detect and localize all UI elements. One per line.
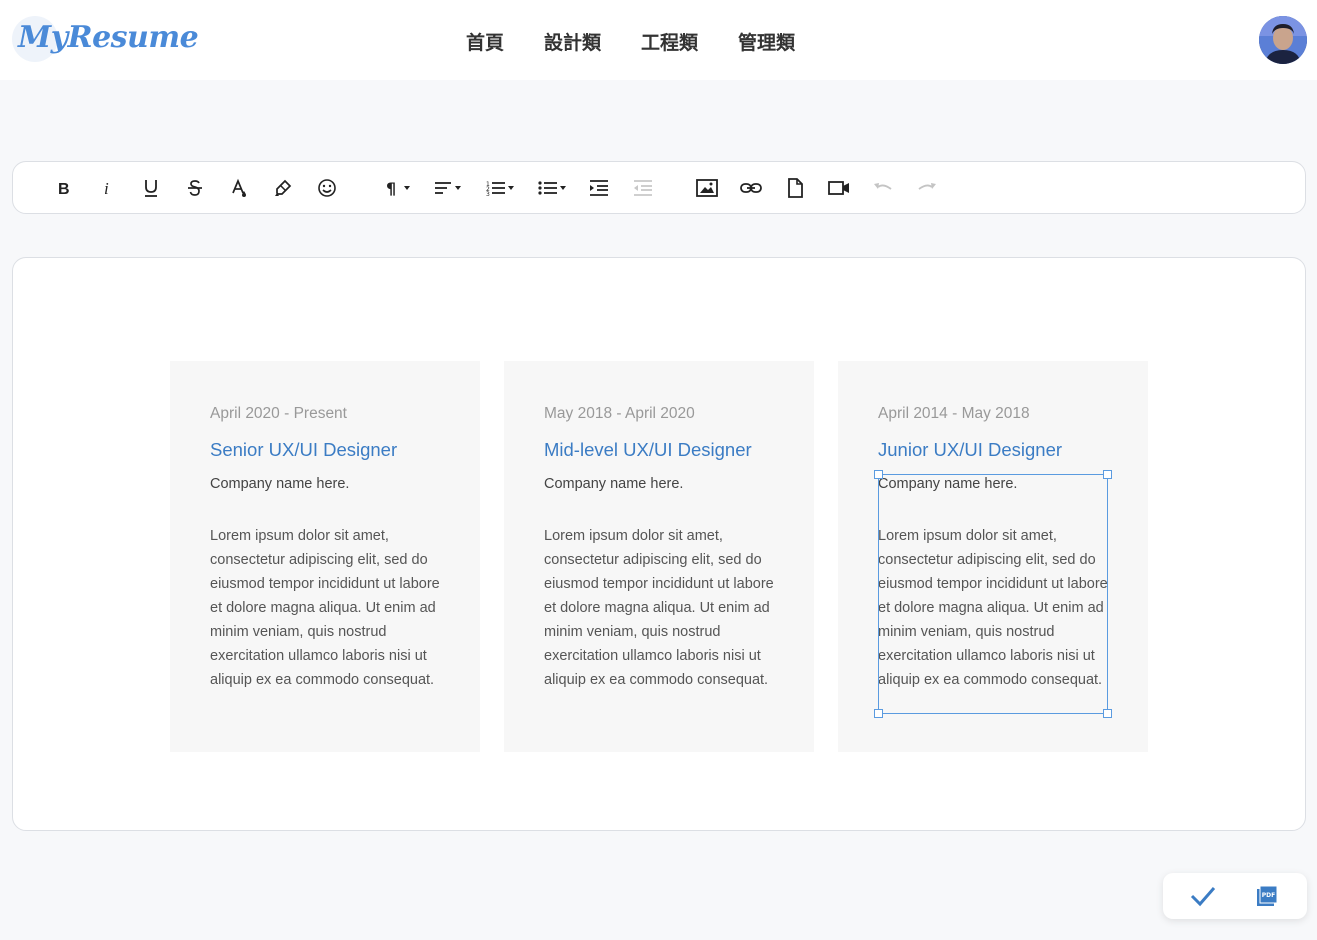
- paragraph-format-icon[interactable]: ¶: [383, 174, 415, 202]
- insert-video-icon[interactable]: [825, 174, 853, 202]
- card-date: May 2018 - April 2020: [544, 405, 695, 422]
- experience-card[interactable]: May 2018 - April 2020 Mid-level UX/UI De…: [504, 361, 814, 752]
- card-company: Company name here.: [210, 476, 350, 492]
- svg-text:3: 3: [486, 191, 490, 197]
- svg-text:B: B: [58, 181, 70, 197]
- top-header: MyResume 首頁 設計類 工程類 管理類: [0, 0, 1317, 80]
- selection-box[interactable]: [874, 470, 1112, 718]
- svg-text:¶: ¶: [386, 179, 396, 197]
- card-company: Company name here.: [544, 476, 684, 492]
- resize-handle-bottom-left[interactable]: [874, 709, 883, 718]
- insert-image-icon[interactable]: [693, 174, 721, 202]
- nav-item-engineering[interactable]: 工程類: [641, 26, 698, 57]
- underline-icon[interactable]: [137, 174, 165, 202]
- card-description: Lorem ipsum dolor sit amet, consectetur …: [544, 528, 774, 688]
- unordered-list-icon[interactable]: [537, 174, 571, 202]
- resize-handle-top-right[interactable]: [1103, 470, 1112, 479]
- card-title: Junior UX/UI Designer: [878, 439, 1063, 460]
- italic-icon[interactable]: i: [93, 174, 121, 202]
- indent-icon[interactable]: [585, 174, 613, 202]
- experience-card[interactable]: April 2020 - Present Senior UX/UI Design…: [170, 361, 480, 752]
- card-date: April 2014 - May 2018: [878, 405, 1030, 422]
- resize-handle-top-left[interactable]: [874, 470, 883, 479]
- user-avatar[interactable]: [1259, 16, 1307, 64]
- bold-icon[interactable]: B: [49, 174, 77, 202]
- card-description: Lorem ipsum dolor sit amet, consectetur …: [210, 528, 440, 688]
- main-nav: 首頁 設計類 工程類 管理類: [466, 26, 835, 57]
- card-title: Mid-level UX/UI Designer: [544, 439, 752, 460]
- svg-text:i: i: [104, 179, 109, 197]
- editor-toolbar: B i ¶ 123: [12, 161, 1306, 214]
- nav-item-design[interactable]: 設計類: [544, 26, 601, 57]
- resize-handle-bottom-right[interactable]: [1103, 709, 1112, 718]
- strikethrough-icon[interactable]: [181, 174, 209, 202]
- redo-icon[interactable]: [913, 174, 941, 202]
- pdf-icon[interactable]: PDF: [1252, 881, 1282, 911]
- logo-text: MyResume: [18, 20, 199, 55]
- experience-card[interactable]: April 2014 - May 2018 Junior UX/UI Desig…: [838, 361, 1148, 752]
- insert-link-icon[interactable]: [737, 174, 765, 202]
- logo[interactable]: MyResume: [12, 16, 199, 64]
- check-icon[interactable]: [1188, 881, 1218, 911]
- editor-canvas[interactable]: April 2020 - Present Senior UX/UI Design…: [12, 257, 1306, 831]
- outdent-icon[interactable]: [629, 174, 657, 202]
- font-color-icon[interactable]: [225, 174, 253, 202]
- align-icon[interactable]: [433, 174, 467, 202]
- insert-file-icon[interactable]: [781, 174, 809, 202]
- undo-icon[interactable]: [869, 174, 897, 202]
- ordered-list-icon[interactable]: 123: [485, 174, 519, 202]
- card-date: April 2020 - Present: [210, 405, 347, 422]
- pdf-label: PDF: [1262, 892, 1275, 899]
- card-title: Senior UX/UI Designer: [210, 439, 398, 460]
- nav-item-home[interactable]: 首頁: [466, 26, 504, 57]
- emoji-icon[interactable]: [313, 174, 341, 202]
- highlight-icon[interactable]: [269, 174, 297, 202]
- floating-actions: PDF: [1163, 873, 1307, 919]
- nav-item-management[interactable]: 管理類: [738, 26, 795, 57]
